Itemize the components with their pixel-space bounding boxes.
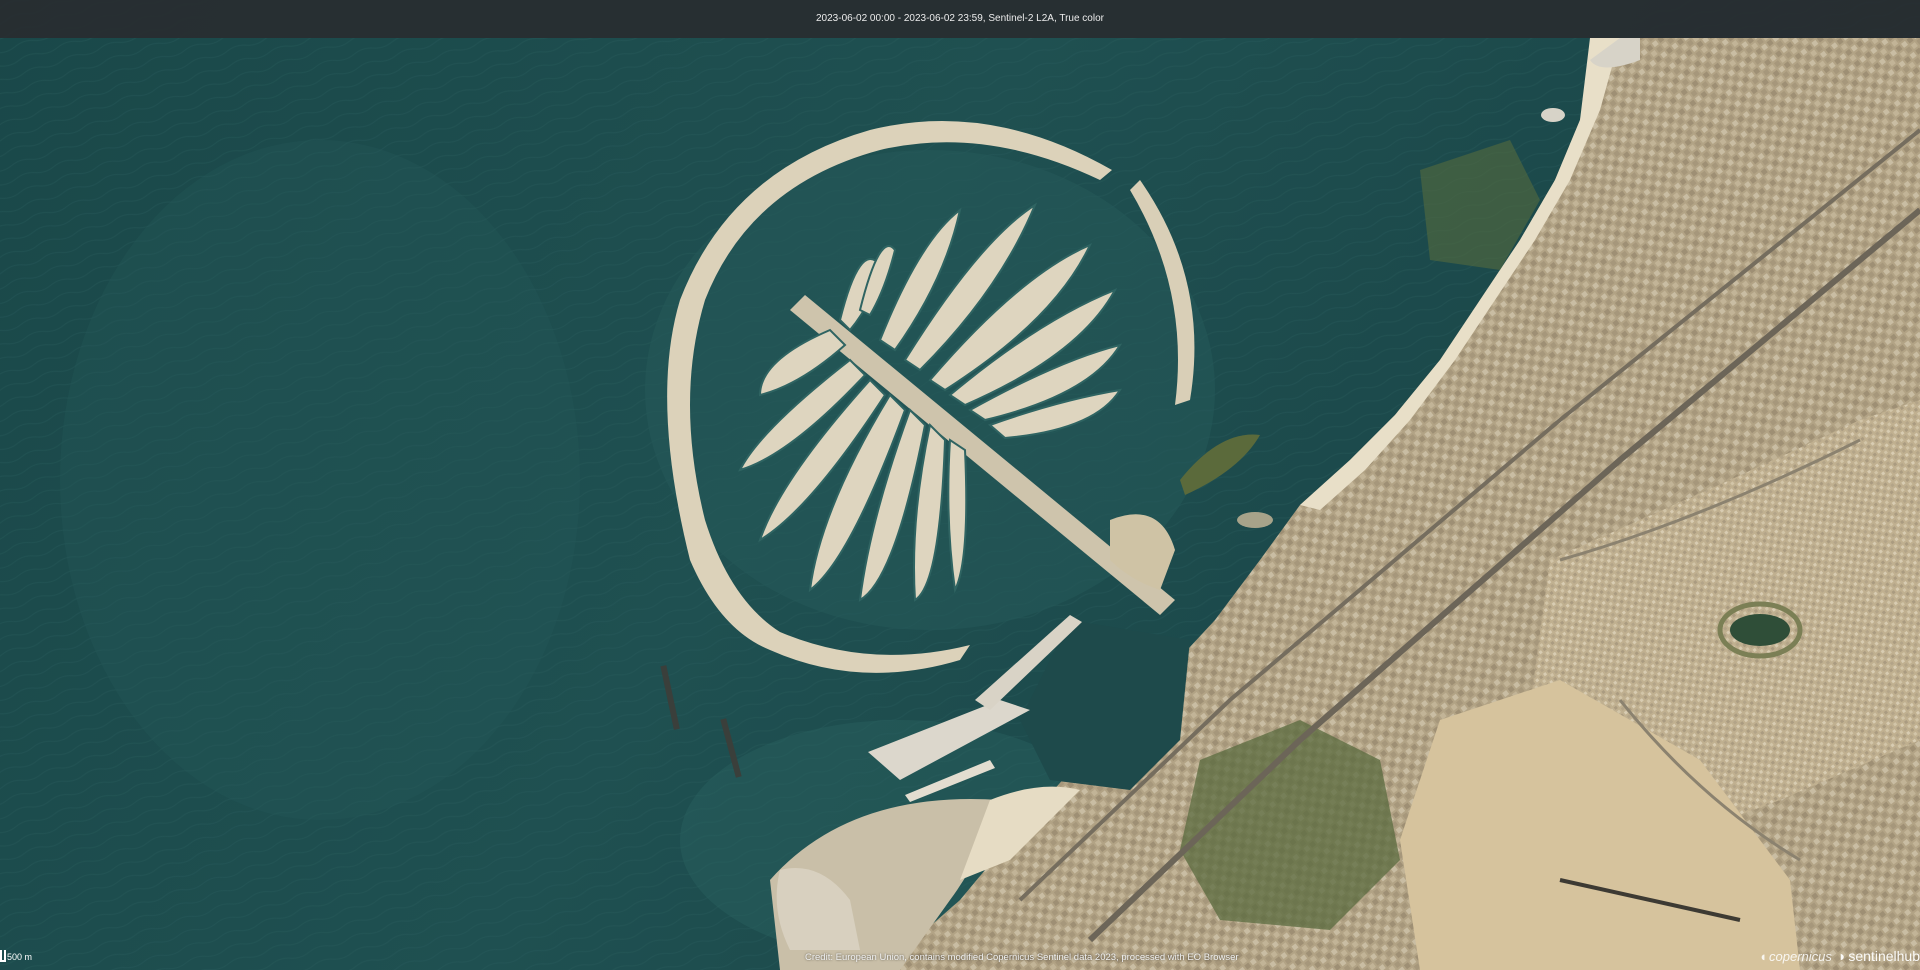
acquisition-title: 2023-06-02 00:00 - 2023-06-02 23:59, Sen… <box>816 13 1104 24</box>
copernicus-logo[interactable]: ◖ copernicus <box>1759 949 1832 964</box>
scale-bar <box>0 950 6 962</box>
sentinelhub-logo-label: sentinelhub <box>1848 948 1920 964</box>
islet <box>1541 108 1565 122</box>
copernicus-logo-icon: ◖ <box>1759 948 1768 964</box>
sentinelhub-logo[interactable]: ◗ sentinelhub <box>1838 948 1920 964</box>
park-lake <box>1730 614 1790 646</box>
scale-indicator: 500 m <box>0 950 32 962</box>
provider-logos: ◖ copernicus ◗ sentinelhub <box>1759 948 1920 964</box>
acquisition-info-bar: 2023-06-02 00:00 - 2023-06-02 23:59, Sen… <box>0 0 1920 38</box>
satellite-map[interactable] <box>0 0 1920 970</box>
credits-text: Credit: European Union, contains modifie… <box>805 952 1239 963</box>
islet <box>1237 512 1273 528</box>
copernicus-logo-label: copernicus <box>1769 948 1832 964</box>
scale-label: 500 m <box>7 952 33 962</box>
attribution-credits: Credit: European Union, contains modifie… <box>805 952 1239 963</box>
sentinelhub-logo-icon: ◗ <box>1837 948 1847 964</box>
sea-patch <box>60 140 580 820</box>
